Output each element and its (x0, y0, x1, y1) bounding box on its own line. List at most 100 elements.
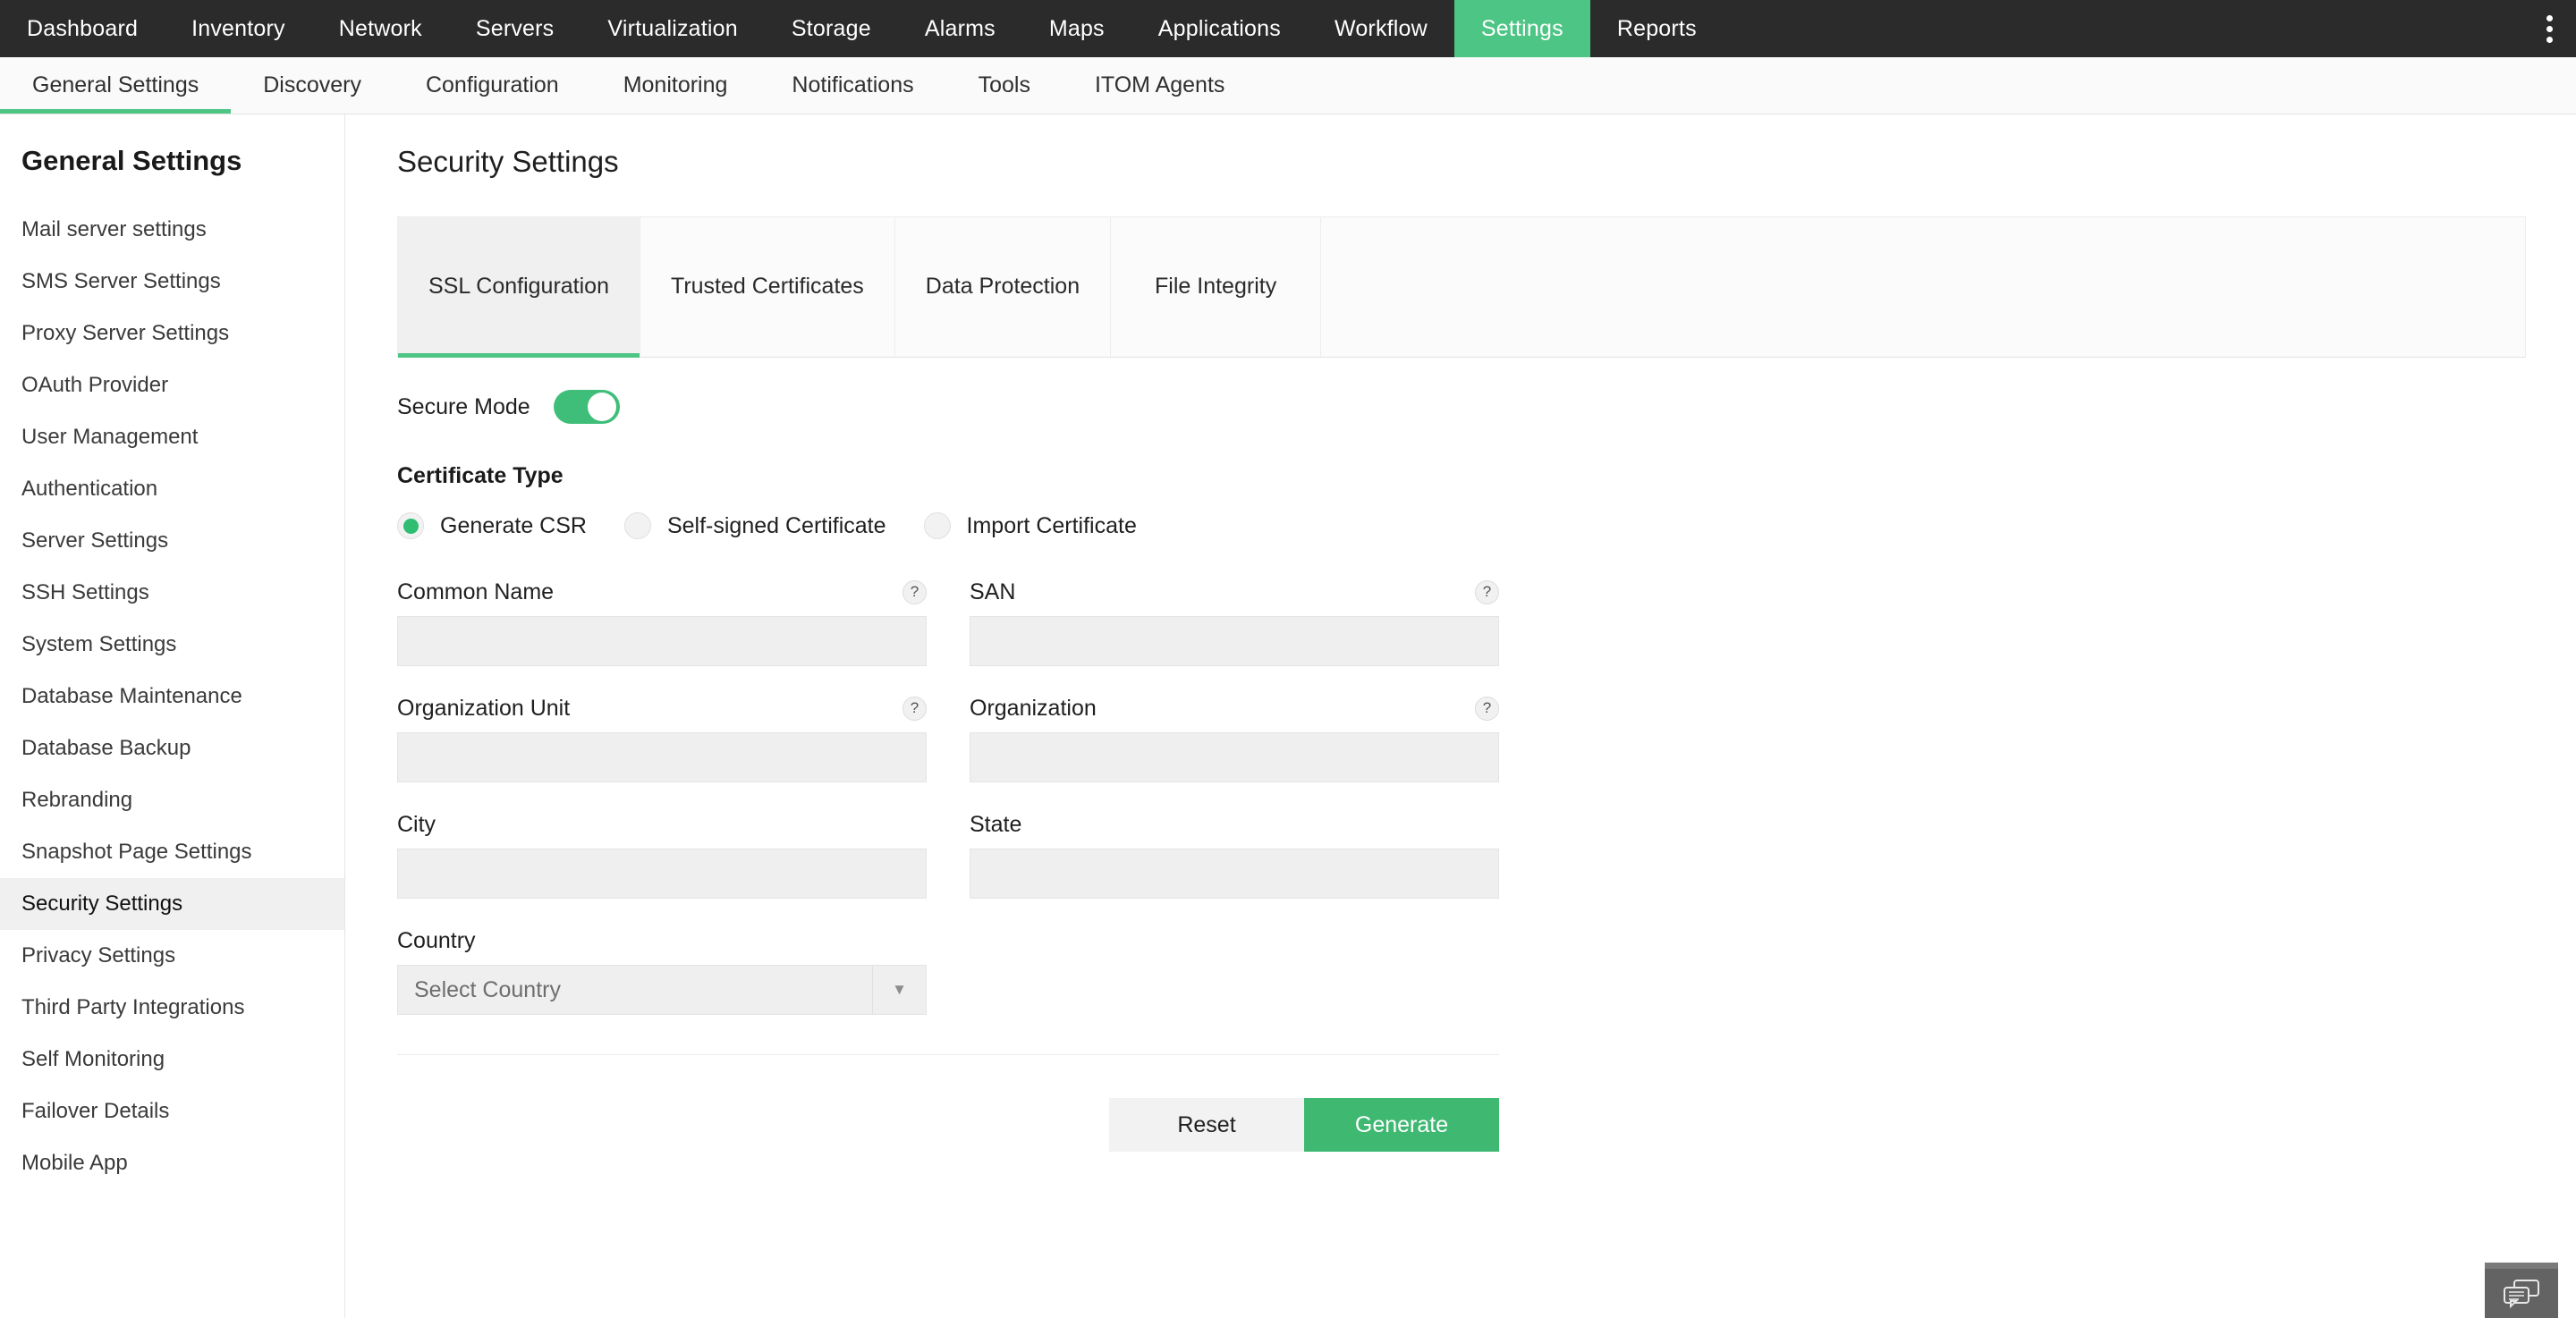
field-organization-unit: Organization Unit ? (397, 693, 927, 782)
topnav-item-maps[interactable]: Maps (1022, 0, 1131, 57)
form-row-country: Country Select Country ▼ (397, 925, 1499, 1015)
sidebar-item-authentication[interactable]: Authentication (0, 463, 344, 515)
radio-option-self-signed-certificate[interactable]: Self-signed Certificate (624, 512, 886, 539)
field-organization-unit-head: Organization Unit ? (397, 693, 927, 723)
subnav-item-configuration[interactable]: Configuration (394, 57, 591, 114)
organization-input[interactable] (970, 732, 1499, 782)
radio-generate-csr[interactable] (397, 512, 424, 539)
sidebar-item-third-party-integrations[interactable]: Third Party Integrations (0, 982, 344, 1034)
sidebar-item-mobile-app[interactable]: Mobile App (0, 1137, 344, 1189)
reset-button[interactable]: Reset (1109, 1098, 1304, 1152)
radio-generate-csr-label: Generate CSR (440, 513, 587, 539)
topnav-item-workflow[interactable]: Workflow (1308, 0, 1454, 57)
tab-trusted-certificates-label: Trusted Certificates (671, 272, 864, 302)
radio-option-import-certificate[interactable]: Import Certificate (924, 512, 1137, 539)
topnav-item-storage[interactable]: Storage (765, 0, 898, 57)
sidebar-item-ssh-settings[interactable]: SSH Settings (0, 567, 344, 619)
subnav-item-monitoring[interactable]: Monitoring (591, 57, 760, 114)
field-state-head: State (970, 809, 1499, 840)
subnav-item-notifications[interactable]: Notifications (759, 57, 945, 114)
san-input[interactable] (970, 616, 1499, 666)
tab-strip-filler (1321, 217, 2525, 357)
topnav-item-settings[interactable]: Settings (1454, 0, 1590, 57)
tab-data-protection[interactable]: Data Protection (895, 217, 1111, 357)
tab-trusted-certificates[interactable]: Trusted Certificates (640, 217, 895, 357)
radio-self-signed-certificate-label: Self-signed Certificate (667, 513, 886, 539)
subnav-item-general-settings[interactable]: General Settings (0, 57, 231, 114)
generate-button[interactable]: Generate (1304, 1098, 1499, 1152)
sub-navigation-bar: General Settings Discovery Configuration… (0, 57, 2576, 114)
field-organization-unit-label: Organization Unit (397, 696, 570, 722)
field-state: State (970, 809, 1499, 899)
secure-mode-toggle[interactable] (554, 390, 620, 424)
field-city-head: City (397, 809, 927, 840)
topnav-item-inventory[interactable]: Inventory (165, 0, 312, 57)
sidebar-item-database-maintenance[interactable]: Database Maintenance (0, 671, 344, 722)
state-input[interactable] (970, 849, 1499, 899)
kebab-menu-icon[interactable] (2522, 0, 2576, 57)
sidebar-item-user-management[interactable]: User Management (0, 411, 344, 463)
sidebar-item-snapshot-page-settings[interactable]: Snapshot Page Settings (0, 826, 344, 878)
topnav-item-dashboard[interactable]: Dashboard (0, 0, 165, 57)
chat-bubbles-icon[interactable] (2485, 1263, 2558, 1318)
sidebar-title: General Settings (0, 145, 344, 204)
field-country: Country Select Country ▼ (397, 925, 927, 1015)
common-name-input[interactable] (397, 616, 927, 666)
subnav-item-tools[interactable]: Tools (946, 57, 1063, 114)
form-row-name: Common Name ? SAN ? (397, 577, 1499, 666)
kebab-dot-3 (2546, 37, 2553, 43)
field-state-label: State (970, 812, 1021, 838)
secure-mode-row: Secure Mode (397, 390, 2576, 424)
sidebar-item-privacy-settings[interactable]: Privacy Settings (0, 930, 344, 982)
sidebar-item-database-backup[interactable]: Database Backup (0, 722, 344, 774)
radio-self-signed-certificate[interactable] (624, 512, 651, 539)
certificate-type-label: Certificate Type (397, 463, 2576, 489)
subnav-item-discovery[interactable]: Discovery (231, 57, 394, 114)
tab-file-integrity[interactable]: File Integrity (1111, 217, 1321, 357)
subnav-item-itom-agents[interactable]: ITOM Agents (1063, 57, 1257, 114)
sidebar-item-sms-server-settings[interactable]: SMS Server Settings (0, 256, 344, 308)
page-body: General Settings Mail server settings SM… (0, 114, 2576, 1318)
secure-mode-label: Secure Mode (397, 394, 530, 420)
radio-import-certificate[interactable] (924, 512, 951, 539)
sidebar-item-mail-server-settings[interactable]: Mail server settings (0, 204, 344, 256)
sidebar-item-system-settings[interactable]: System Settings (0, 619, 344, 671)
radio-import-certificate-label: Import Certificate (967, 513, 1137, 539)
kebab-dot-2 (2546, 26, 2553, 32)
sidebar-item-failover-details[interactable]: Failover Details (0, 1086, 344, 1137)
help-icon-common-name[interactable]: ? (902, 580, 927, 604)
country-select[interactable]: Select Country ▼ (397, 965, 927, 1015)
organization-unit-input[interactable] (397, 732, 927, 782)
help-icon-organization[interactable]: ? (1475, 697, 1499, 721)
field-san-head: SAN ? (970, 577, 1499, 607)
field-country-head: Country (397, 925, 927, 956)
radio-option-generate-csr[interactable]: Generate CSR (397, 512, 587, 539)
help-icon-organization-unit[interactable]: ? (902, 697, 927, 721)
topnav-item-virtualization[interactable]: Virtualization (580, 0, 764, 57)
field-country-label: Country (397, 928, 476, 954)
field-common-name-head: Common Name ? (397, 577, 927, 607)
secure-mode-toggle-knob (588, 393, 616, 421)
topnav-item-alarms[interactable]: Alarms (898, 0, 1022, 57)
main-content: Security Settings SSL Configuration Trus… (345, 114, 2576, 1318)
sidebar-item-self-monitoring[interactable]: Self Monitoring (0, 1034, 344, 1086)
tab-ssl-configuration[interactable]: SSL Configuration (398, 217, 640, 357)
topnav-item-servers[interactable]: Servers (449, 0, 581, 57)
sidebar-item-proxy-server-settings[interactable]: Proxy Server Settings (0, 308, 344, 359)
topnav-spacer (1724, 0, 2522, 57)
sidebar-item-rebranding[interactable]: Rebranding (0, 774, 344, 826)
field-organization-label: Organization (970, 696, 1097, 722)
sidebar-item-security-settings[interactable]: Security Settings (0, 878, 344, 930)
field-san-label: SAN (970, 579, 1015, 605)
sidebar-item-oauth-provider[interactable]: OAuth Provider (0, 359, 344, 411)
topnav-item-applications[interactable]: Applications (1131, 0, 1308, 57)
sidebar-item-server-settings[interactable]: Server Settings (0, 515, 344, 567)
csr-form: Common Name ? SAN ? Organization Un (397, 577, 1499, 1015)
chevron-down-icon[interactable]: ▼ (872, 966, 926, 1014)
topnav-item-network[interactable]: Network (312, 0, 449, 57)
tab-ssl-configuration-label: SSL Configuration (428, 272, 609, 302)
city-input[interactable] (397, 849, 927, 899)
field-common-name: Common Name ? (397, 577, 927, 666)
topnav-item-reports[interactable]: Reports (1590, 0, 1724, 57)
help-icon-san[interactable]: ? (1475, 580, 1499, 604)
